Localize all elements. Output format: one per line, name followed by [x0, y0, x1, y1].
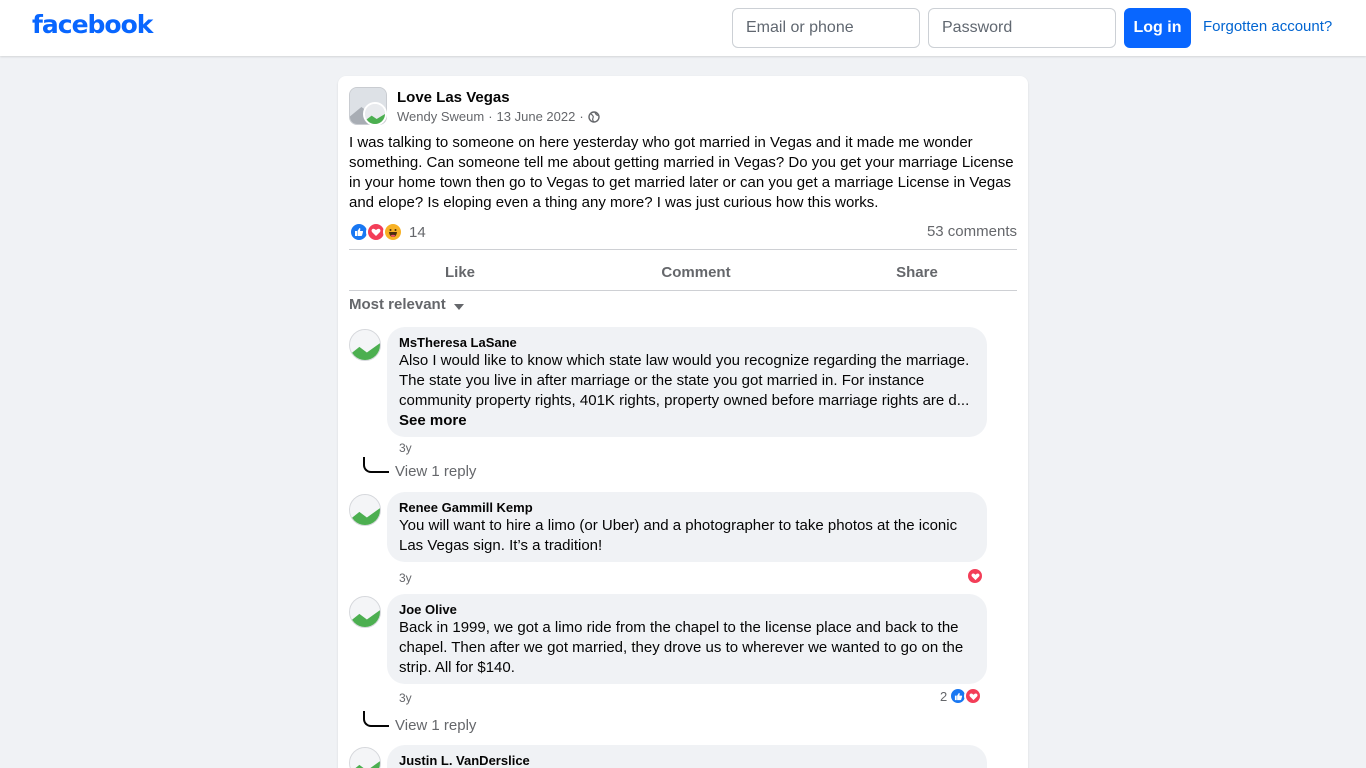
- commenter-name[interactable]: Justin L. VanDerslice: [399, 753, 975, 768]
- facebook-logo[interactable]: facebook: [32, 10, 153, 39]
- image-placeholder-icon: [365, 104, 385, 124]
- commenter-name[interactable]: MsTheresa LaSane: [399, 335, 975, 351]
- password-field[interactable]: [928, 8, 1116, 48]
- author-name[interactable]: Wendy Sweum: [397, 109, 484, 124]
- avatar[interactable]: [349, 747, 381, 768]
- comment-button[interactable]: Comment: [571, 254, 821, 290]
- comment-bubble: MsTheresa LaSane Also I would like to kn…: [387, 327, 987, 437]
- view-reply-link[interactable]: View 1 reply: [395, 717, 476, 734]
- haha-reaction-icon: [383, 222, 403, 242]
- commenter-name[interactable]: Joe Olive: [399, 602, 975, 618]
- like-button[interactable]: Like: [349, 254, 571, 290]
- comment-text: Also I would like to know which state la…: [399, 352, 970, 409]
- sort-label: Most relevant: [349, 296, 446, 313]
- meta-separator: ·: [579, 109, 584, 124]
- avatar[interactable]: [349, 494, 381, 526]
- avatar[interactable]: [349, 596, 381, 628]
- reaction-summary[interactable]: 14: [349, 222, 426, 242]
- comment-sort-dropdown[interactable]: Most relevant: [349, 296, 464, 313]
- comment-reactions[interactable]: [966, 567, 984, 585]
- comment-text: Back in 1999, we got a limo ride from th…: [399, 619, 964, 676]
- forgotten-account-link[interactable]: Forgotten account?: [1203, 18, 1332, 35]
- divider: [349, 290, 1017, 291]
- email-field[interactable]: [732, 8, 920, 48]
- post-date[interactable]: 13 June 2022: [497, 109, 576, 124]
- meta-separator: ·: [488, 109, 493, 124]
- image-placeholder-icon: [350, 748, 380, 768]
- top-bar: facebook Log in Forgotten account?: [0, 0, 1366, 56]
- comment-age[interactable]: 3y: [399, 571, 412, 585]
- see-more-link[interactable]: See more: [399, 411, 975, 431]
- post-card: Love Las Vegas Wendy Sweum · 13 June 202…: [338, 76, 1028, 768]
- comment-text: You will want to hire a limo (or Uber) a…: [399, 517, 958, 554]
- reaction-count: 14: [409, 223, 426, 241]
- comment-reactions[interactable]: 2: [940, 687, 983, 705]
- caret-down-icon: [453, 303, 464, 310]
- globe-icon: [587, 110, 600, 123]
- post-meta: Wendy Sweum · 13 June 2022 ·: [397, 109, 600, 124]
- group-name[interactable]: Love Las Vegas: [397, 89, 510, 106]
- author-avatar[interactable]: [363, 102, 387, 126]
- image-placeholder-icon: [350, 330, 380, 360]
- comment-bubble: Renee Gammill Kemp You will want to hire…: [387, 492, 987, 562]
- view-reply-link[interactable]: View 1 reply: [395, 463, 476, 480]
- love-reaction-icon: [966, 567, 984, 585]
- comment-reaction-count: 2: [940, 688, 948, 704]
- comment-age[interactable]: 3y: [399, 691, 412, 705]
- divider: [349, 249, 1017, 250]
- comment-age[interactable]: 3y: [399, 441, 412, 455]
- reply-connector: [363, 711, 389, 727]
- love-reaction-icon: [964, 687, 983, 705]
- login-button[interactable]: Log in: [1124, 8, 1191, 48]
- avatar[interactable]: [349, 329, 381, 361]
- reply-connector: [363, 457, 389, 473]
- image-placeholder-icon: [350, 495, 380, 525]
- comments-count-link[interactable]: 53 comments: [927, 223, 1017, 240]
- post-body: I was talking to someone on here yesterd…: [349, 134, 1014, 211]
- comment-bubble: Joe Olive Back in 1999, we got a limo ri…: [387, 594, 987, 684]
- comment-bubble: Justin L. VanDerslice: [387, 745, 987, 768]
- commenter-name[interactable]: Renee Gammill Kemp: [399, 500, 975, 516]
- image-placeholder-icon: [350, 597, 380, 627]
- share-button[interactable]: Share: [821, 254, 1013, 290]
